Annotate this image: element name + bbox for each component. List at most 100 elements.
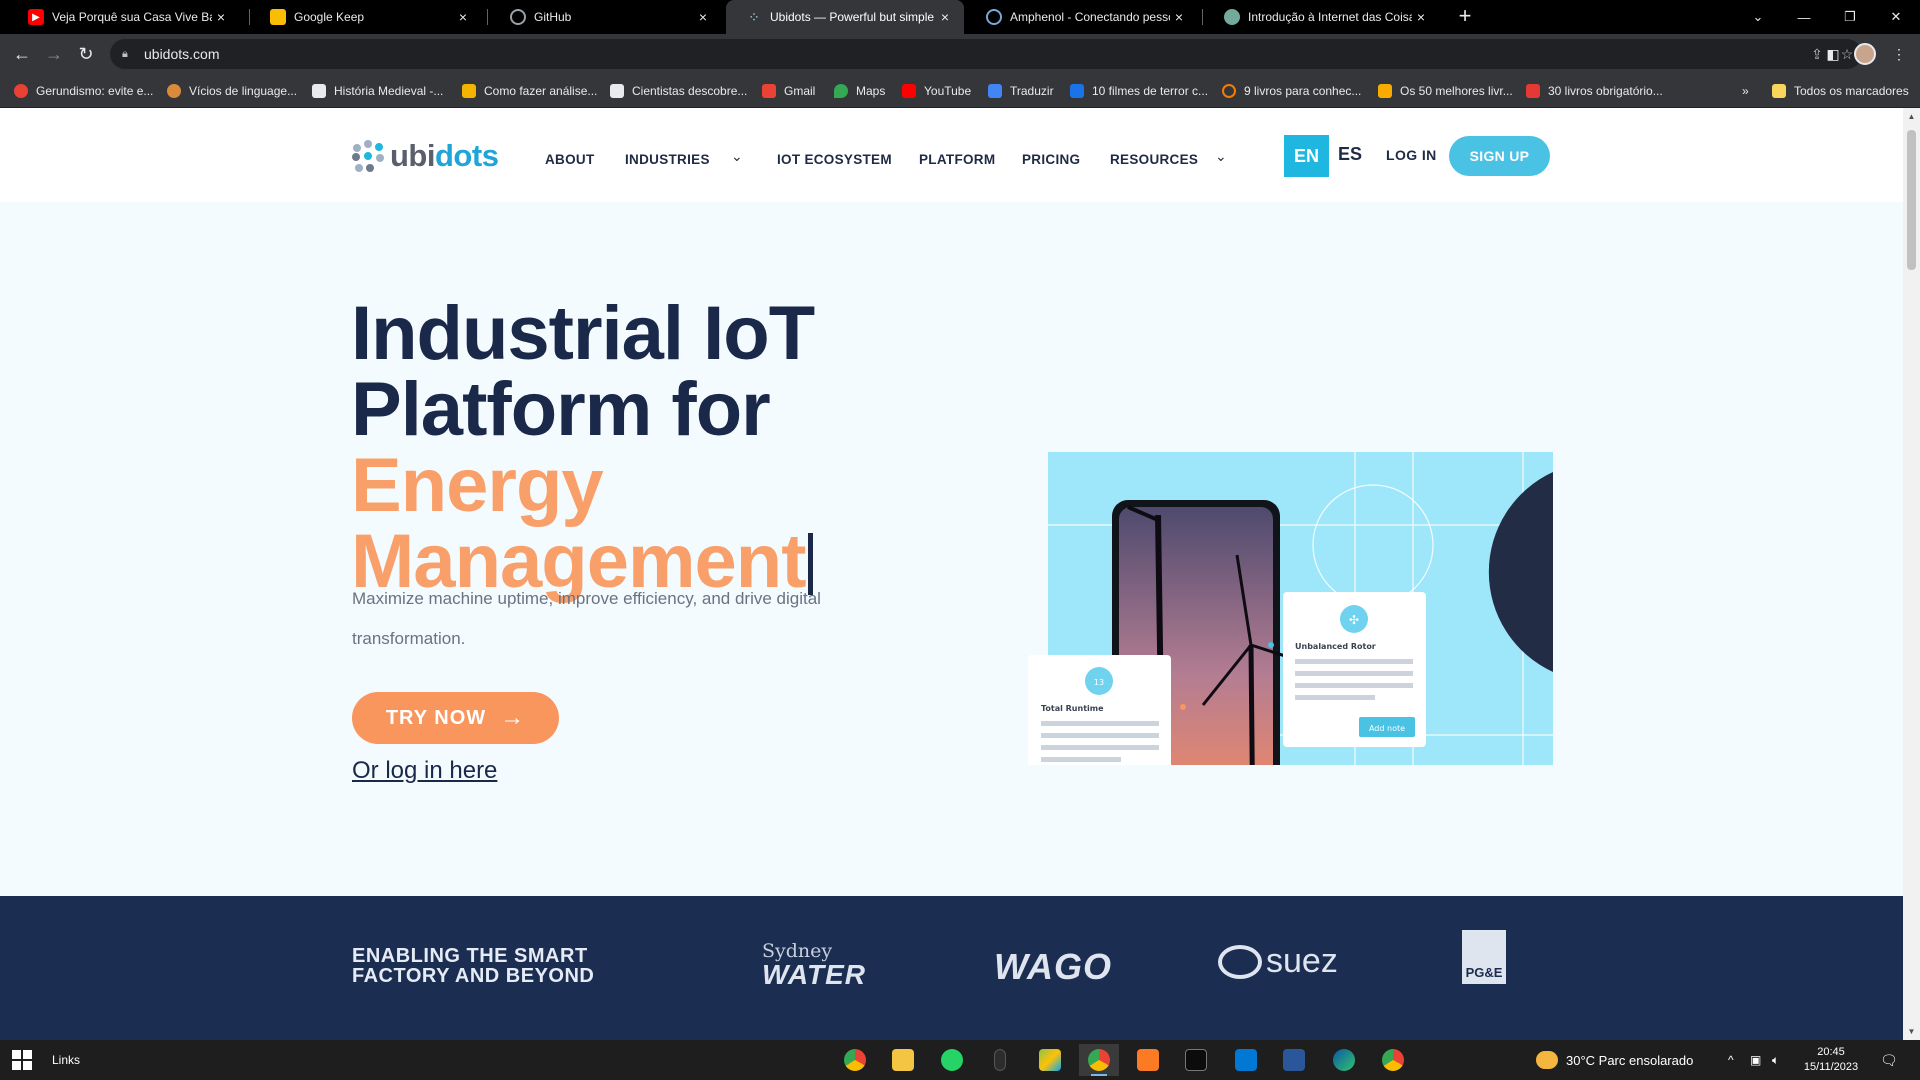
- scrollbar-thumb[interactable]: [1907, 130, 1916, 270]
- chrome-taskbar-icon[interactable]: [835, 1044, 875, 1076]
- back-icon[interactable]: ←: [8, 40, 36, 68]
- close-icon[interactable]: ×: [1412, 9, 1430, 25]
- login-link[interactable]: LOG IN: [1386, 147, 1437, 163]
- close-icon[interactable]: ×: [454, 9, 472, 25]
- close-icon[interactable]: ×: [694, 9, 712, 25]
- bookmark-icon: [462, 84, 476, 98]
- signup-button[interactable]: SIGN UP: [1449, 136, 1550, 176]
- bookmark-item[interactable]: Cientistas descobre...: [610, 82, 747, 100]
- lang-es-button[interactable]: ES: [1338, 144, 1362, 165]
- file-explorer-icon[interactable]: [883, 1044, 923, 1076]
- bookmark-youtube[interactable]: YouTube: [902, 82, 971, 100]
- tab-amphenol[interactable]: Amphenol - Conectando pessoas ×: [966, 0, 1198, 34]
- volume-icon[interactable]: 🔈︎: [1772, 1040, 1779, 1080]
- sydney-water-logo: Sydney WATER: [762, 940, 867, 990]
- bookmark-translate[interactable]: Traduzir: [988, 82, 1054, 100]
- nav-pricing[interactable]: PRICING: [1022, 152, 1080, 167]
- more-bookmarks-icon[interactable]: »: [1742, 82, 1749, 100]
- whatsapp-icon[interactable]: [932, 1044, 972, 1076]
- card-left-title: Total Runtime: [1041, 704, 1104, 713]
- xampp-icon[interactable]: [1128, 1044, 1168, 1076]
- bookmark-item[interactable]: Os 50 melhores livr...: [1378, 82, 1513, 100]
- profile-avatar[interactable]: [1850, 40, 1880, 68]
- close-icon[interactable]: ×: [212, 9, 230, 25]
- restore-button[interactable]: ❐: [1827, 0, 1873, 34]
- try-now-button[interactable]: TRY NOW →: [352, 692, 559, 744]
- ubidots-logo[interactable]: ubidots: [352, 138, 499, 174]
- new-tab-button[interactable]: +: [1452, 4, 1478, 30]
- lang-en-button[interactable]: EN: [1284, 135, 1329, 177]
- translate-icon: [988, 84, 1002, 98]
- youtube-icon: ▶: [28, 9, 44, 25]
- tab-title: Introdução à Internet das Coisas: [1248, 10, 1412, 24]
- nav-industries[interactable]: INDUSTRIES: [625, 152, 710, 167]
- chevron-down-icon[interactable]: ⌄: [731, 148, 743, 165]
- menu-icon[interactable]: ⋮: [1884, 40, 1914, 68]
- edge-icon[interactable]: [1324, 1044, 1364, 1076]
- hero-login-link[interactable]: Or log in here: [352, 757, 497, 785]
- clock[interactable]: 20:45 15/11/2023: [1796, 1045, 1866, 1075]
- minimize-button[interactable]: —: [1781, 0, 1827, 34]
- bookmark-item[interactable]: 30 livros obrigatório...: [1526, 82, 1663, 100]
- close-window-button[interactable]: ✕: [1873, 0, 1919, 34]
- url-text[interactable]: ubidots.com: [144, 46, 1802, 62]
- suez-swirl-icon: [1218, 944, 1262, 979]
- tab-search-icon[interactable]: ⌄: [1735, 0, 1781, 34]
- links-toolbar[interactable]: Links: [52, 1053, 80, 1067]
- tab-ubidots[interactable]: ⁘ Ubidots — Powerful but simple IoT ×: [726, 0, 964, 34]
- tray-chevron-icon[interactable]: ^: [1728, 1040, 1734, 1080]
- tab-github[interactable]: GitHub ×: [490, 0, 722, 34]
- side-panel-icon[interactable]: ◧: [1818, 40, 1848, 68]
- keep-icon: [270, 9, 286, 25]
- nav-about[interactable]: ABOUT: [545, 152, 595, 167]
- ubidots-icon: ⁘: [748, 8, 760, 25]
- terminal-icon[interactable]: [1176, 1044, 1216, 1076]
- vscode-icon[interactable]: [1226, 1044, 1266, 1076]
- all-bookmarks[interactable]: Todos os marcadores: [1772, 82, 1909, 100]
- logo-dots-icon: [352, 140, 384, 172]
- tab-iot-intro[interactable]: Introdução à Internet das Coisas ×: [1204, 0, 1440, 34]
- bookmark-item[interactable]: História Medieval -...: [312, 82, 443, 100]
- chrome-profile-taskbar-icon[interactable]: [1079, 1044, 1119, 1076]
- weather-widget[interactable]: 30°C Parc ensolarado: [1536, 1040, 1693, 1080]
- nav-platform[interactable]: PLATFORM: [919, 152, 995, 167]
- word-icon[interactable]: [1274, 1044, 1314, 1076]
- scroll-up-icon[interactable]: ▲: [1903, 108, 1920, 125]
- svg-text:✣: ✣: [1349, 613, 1359, 627]
- bookmark-item[interactable]: 9 livros para conhec...: [1222, 82, 1361, 100]
- hero-line-3: Energy: [351, 443, 604, 528]
- bookmark-gmail[interactable]: Gmail: [762, 82, 815, 100]
- bookmarks-bar: Gerundismo: evite e... Vícios de linguag…: [0, 74, 1920, 108]
- chrome-second-taskbar-icon[interactable]: [1373, 1044, 1413, 1076]
- scroll-down-icon[interactable]: ▼: [1903, 1023, 1920, 1040]
- nav-iot-ecosystem[interactable]: IOT ECOSYSTEM: [777, 152, 892, 167]
- bookmark-maps[interactable]: Maps: [834, 82, 885, 100]
- notifications-icon[interactable]: 🗨︎: [1880, 1040, 1898, 1080]
- reload-icon[interactable]: ↻: [72, 40, 100, 68]
- bluestacks-icon[interactable]: [1030, 1044, 1070, 1076]
- tab-title: Ubidots — Powerful but simple IoT: [770, 10, 936, 24]
- bookmark-icon: [312, 84, 326, 98]
- chevron-down-icon[interactable]: ⌄: [1215, 148, 1227, 165]
- close-icon[interactable]: ×: [1170, 9, 1188, 25]
- bookmark-item[interactable]: Gerundismo: evite e...: [14, 82, 153, 100]
- close-icon[interactable]: ×: [936, 9, 954, 25]
- bookmark-item[interactable]: Vícios de linguage...: [167, 82, 297, 100]
- tab-google-keep[interactable]: Google Keep ×: [250, 0, 482, 34]
- maps-icon: [834, 84, 848, 98]
- mouse-app-icon[interactable]: [980, 1044, 1020, 1076]
- clock-time: 20:45: [1817, 1046, 1845, 1058]
- bookmark-item[interactable]: 10 filmes de terror c...: [1070, 82, 1208, 100]
- bookmark-item[interactable]: Como fazer análise...: [462, 82, 597, 100]
- windows-start-icon[interactable]: [12, 1050, 32, 1070]
- forward-icon[interactable]: →: [40, 40, 68, 68]
- pge-logo: PG&E: [1462, 930, 1506, 984]
- tab-youtube[interactable]: ▶ Veja Porquê sua Casa Vive Bagunçada ×: [8, 0, 240, 34]
- card-right-button: Add note: [1369, 724, 1405, 733]
- card-right-title: Unbalanced Rotor: [1295, 642, 1376, 651]
- address-bar[interactable]: 🔒︎ ubidots.com ⇪ ☆: [110, 39, 1862, 69]
- network-icon[interactable]: ▣: [1750, 1040, 1761, 1080]
- suez-logo: suez: [1218, 942, 1338, 981]
- page-scrollbar[interactable]: ▲ ▼: [1903, 108, 1920, 1040]
- nav-resources[interactable]: RESOURCES: [1110, 152, 1198, 167]
